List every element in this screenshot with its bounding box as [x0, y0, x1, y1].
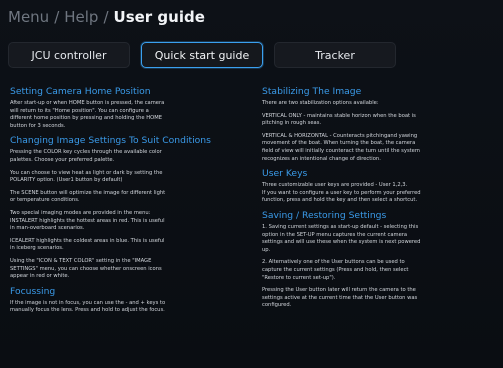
user-guide-screen: Menu / Help / User guide JCU controller …	[0, 0, 503, 368]
section-heading: Saving / Restoring Settings	[262, 209, 387, 221]
section-paragraph: Pressing the COLOR key cycles through th…	[10, 149, 162, 163]
tab-quick-start-guide[interactable]: Quick start guide	[141, 42, 263, 68]
breadcrumb-help[interactable]: Help	[64, 8, 98, 26]
section-paragraph: 1. Saving current settings as start-up d…	[262, 223, 421, 253]
breadcrumb-separator: /	[54, 8, 60, 26]
section-heading: User Keys	[262, 168, 308, 180]
page-title: User guide	[113, 8, 205, 26]
left-column: Setting Camera Home Position After start…	[10, 86, 255, 320]
section-heading: Focussing	[10, 285, 56, 297]
section-image-settings: Changing Image Settings To Suit Conditio…	[10, 135, 255, 280]
section-paragraph: VERTICAL & HORIZONTAL - Counteracts pitc…	[262, 132, 420, 162]
tab-jcu-controller[interactable]: JCU controller	[8, 42, 130, 68]
breadcrumb-separator: /	[103, 8, 109, 26]
section-saving-restoring: Saving / Restoring Settings 1. Saving cu…	[262, 210, 500, 310]
section-paragraph: After start-up or when HOME button is pr…	[10, 100, 165, 129]
right-column: Stabilizing The Image There are two stab…	[262, 86, 500, 315]
section-heading: Stabilizing The Image	[262, 86, 362, 97]
breadcrumb: Menu / Help / User guide	[8, 4, 205, 30]
tab-tracker[interactable]: Tracker	[274, 42, 396, 68]
section-paragraph: ICEALERT highlights the coldest areas in…	[10, 237, 165, 252]
section-focussing: Focussing If the image is not in focus, …	[10, 286, 255, 315]
section-heading: Changing Image Settings To Suit Conditio…	[10, 135, 211, 147]
section-heading: Setting Camera Home Position	[10, 86, 151, 97]
section-stabilizing: Stabilizing The Image There are two stab…	[262, 86, 500, 163]
section-user-keys: User Keys Three customizable user keys a…	[262, 168, 500, 205]
section-paragraph: Using the "ICON & TEXT COLOR" setting in…	[10, 257, 162, 280]
section-camera-home: Setting Camera Home Position After start…	[10, 86, 255, 130]
section-paragraph: The SCENE button will optimize the image…	[10, 189, 166, 204]
tab-bar: JCU controller Quick start guide Tracker	[8, 42, 498, 70]
section-paragraph: If the image is not in focus, you can us…	[10, 299, 166, 314]
section-paragraph: 2. Alternatively one of the User buttons…	[262, 259, 409, 281]
section-paragraph: You can choose to view heat as light or …	[10, 169, 163, 184]
section-paragraph: VERTICAL ONLY - maintains stable horizon…	[262, 112, 416, 127]
breadcrumb-menu[interactable]: Menu	[8, 8, 49, 26]
section-paragraph: There are two stabilization options avai…	[262, 100, 379, 106]
section-paragraph: Three customizable user keys are provide…	[262, 182, 421, 204]
section-paragraph: Pressing the User button later will retu…	[262, 287, 418, 309]
section-paragraph: Two special imaging modes are provided i…	[10, 209, 165, 232]
